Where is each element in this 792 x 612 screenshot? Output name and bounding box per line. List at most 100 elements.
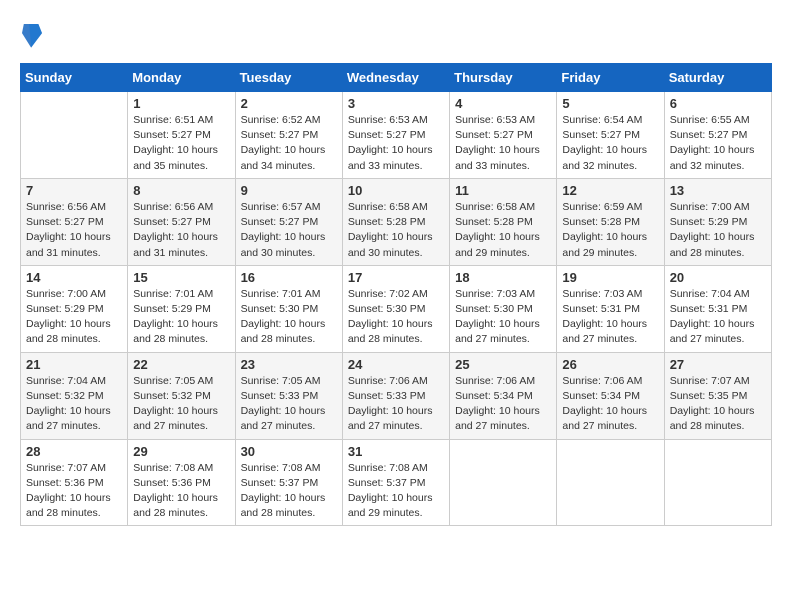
calendar-cell: 17 Sunrise: 7:02 AMSunset: 5:30 PMDayligh…	[342, 265, 449, 352]
calendar-cell: 15Sunrise: 7:01 AMSunset: 5:29 PMDayligh…	[128, 265, 235, 352]
calendar-cell	[664, 439, 771, 526]
calendar-cell: 3 Sunrise: 6:53 AMSunset: 5:27 PMDaylight…	[342, 92, 449, 179]
day-info: Sunrise: 7:02 AMSunset: 5:30 PMDaylight:…	[348, 287, 444, 348]
calendar-cell: 31 Sunrise: 7:08 AMSunset: 5:37 PMDayligh…	[342, 439, 449, 526]
day-number: 27	[670, 357, 766, 372]
calendar-cell: 6 Sunrise: 6:55 AMSunset: 5:27 PMDaylight…	[664, 92, 771, 179]
day-info: Sunrise: 7:03 AMSunset: 5:30 PMDaylight:…	[455, 287, 551, 348]
calendar-week-row: 28Sunrise: 7:07 AMSunset: 5:36 PMDayligh…	[21, 439, 772, 526]
page-header	[20, 20, 772, 53]
logo	[20, 20, 46, 53]
day-info: Sunrise: 7:05 AMSunset: 5:33 PMDaylight:…	[241, 374, 337, 435]
day-info: Sunrise: 7:05 AMSunset: 5:32 PMDaylight:…	[133, 374, 229, 435]
day-info: Sunrise: 7:06 AMSunset: 5:34 PMDaylight:…	[562, 374, 658, 435]
day-number: 11	[455, 183, 551, 198]
calendar-header-row: SundayMondayTuesdayWednesdayThursdayFrid…	[21, 64, 772, 92]
calendar-cell: 25Sunrise: 7:06 AMSunset: 5:34 PMDayligh…	[450, 352, 557, 439]
day-number: 22	[133, 357, 229, 372]
calendar-cell: 26 Sunrise: 7:06 AMSunset: 5:34 PMDayligh…	[557, 352, 664, 439]
calendar-day-header: Saturday	[664, 64, 771, 92]
day-number: 31	[348, 444, 444, 459]
day-number: 7	[26, 183, 122, 198]
calendar-week-row: 7 Sunrise: 6:56 AMSunset: 5:27 PMDaylight…	[21, 178, 772, 265]
day-info: Sunrise: 6:52 AMSunset: 5:27 PMDaylight:…	[241, 113, 337, 174]
day-number: 21	[26, 357, 122, 372]
day-number: 2	[241, 96, 337, 111]
calendar-cell: 30 Sunrise: 7:08 AMSunset: 5:37 PMDayligh…	[235, 439, 342, 526]
calendar-cell	[557, 439, 664, 526]
calendar-cell: 7 Sunrise: 6:56 AMSunset: 5:27 PMDaylight…	[21, 178, 128, 265]
day-info: Sunrise: 6:53 AMSunset: 5:27 PMDaylight:…	[348, 113, 444, 174]
day-info: Sunrise: 6:58 AMSunset: 5:28 PMDaylight:…	[455, 200, 551, 261]
calendar-day-header: Wednesday	[342, 64, 449, 92]
calendar-week-row: 14 Sunrise: 7:00 AMSunset: 5:29 PMDayligh…	[21, 265, 772, 352]
day-info: Sunrise: 6:53 AMSunset: 5:27 PMDaylight:…	[455, 113, 551, 174]
day-info: Sunrise: 7:03 AMSunset: 5:31 PMDaylight:…	[562, 287, 658, 348]
day-info: Sunrise: 6:51 AMSunset: 5:27 PMDaylight:…	[133, 113, 229, 174]
day-number: 12	[562, 183, 658, 198]
calendar-cell: 24 Sunrise: 7:06 AMSunset: 5:33 PMDayligh…	[342, 352, 449, 439]
calendar-cell	[21, 92, 128, 179]
day-info: Sunrise: 7:04 AMSunset: 5:31 PMDaylight:…	[670, 287, 766, 348]
day-info: Sunrise: 6:57 AMSunset: 5:27 PMDaylight:…	[241, 200, 337, 261]
day-info: Sunrise: 7:08 AMSunset: 5:37 PMDaylight:…	[348, 461, 444, 522]
day-info: Sunrise: 7:00 AMSunset: 5:29 PMDaylight:…	[26, 287, 122, 348]
calendar-cell: 14 Sunrise: 7:00 AMSunset: 5:29 PMDayligh…	[21, 265, 128, 352]
day-info: Sunrise: 7:07 AMSunset: 5:35 PMDaylight:…	[670, 374, 766, 435]
day-info: Sunrise: 7:07 AMSunset: 5:36 PMDaylight:…	[26, 461, 122, 522]
day-number: 9	[241, 183, 337, 198]
day-number: 18	[455, 270, 551, 285]
day-number: 15	[133, 270, 229, 285]
calendar-day-header: Thursday	[450, 64, 557, 92]
calendar-cell: 11 Sunrise: 6:58 AMSunset: 5:28 PMDayligh…	[450, 178, 557, 265]
day-number: 1	[133, 96, 229, 111]
calendar-cell: 9 Sunrise: 6:57 AMSunset: 5:27 PMDaylight…	[235, 178, 342, 265]
day-info: Sunrise: 6:55 AMSunset: 5:27 PMDaylight:…	[670, 113, 766, 174]
calendar-table: SundayMondayTuesdayWednesdayThursdayFrid…	[20, 63, 772, 526]
calendar-cell: 20Sunrise: 7:04 AMSunset: 5:31 PMDayligh…	[664, 265, 771, 352]
day-info: Sunrise: 7:01 AMSunset: 5:30 PMDaylight:…	[241, 287, 337, 348]
calendar-cell: 22 Sunrise: 7:05 AMSunset: 5:32 PMDayligh…	[128, 352, 235, 439]
calendar-day-header: Monday	[128, 64, 235, 92]
day-info: Sunrise: 6:56 AMSunset: 5:27 PMDaylight:…	[133, 200, 229, 261]
calendar-cell: 4 Sunrise: 6:53 AMSunset: 5:27 PMDaylight…	[450, 92, 557, 179]
calendar-day-header: Sunday	[21, 64, 128, 92]
day-info: Sunrise: 7:06 AMSunset: 5:33 PMDaylight:…	[348, 374, 444, 435]
day-number: 5	[562, 96, 658, 111]
day-info: Sunrise: 6:56 AMSunset: 5:27 PMDaylight:…	[26, 200, 122, 261]
calendar-day-header: Tuesday	[235, 64, 342, 92]
day-number: 29	[133, 444, 229, 459]
day-number: 24	[348, 357, 444, 372]
day-info: Sunrise: 6:58 AMSunset: 5:28 PMDaylight:…	[348, 200, 444, 261]
calendar-week-row: 21 Sunrise: 7:04 AMSunset: 5:32 PMDayligh…	[21, 352, 772, 439]
calendar-cell: 28Sunrise: 7:07 AMSunset: 5:36 PMDayligh…	[21, 439, 128, 526]
logo-icon	[22, 20, 42, 48]
calendar-cell: 10 Sunrise: 6:58 AMSunset: 5:28 PMDayligh…	[342, 178, 449, 265]
calendar-cell: 18 Sunrise: 7:03 AMSunset: 5:30 PMDayligh…	[450, 265, 557, 352]
day-number: 14	[26, 270, 122, 285]
day-number: 4	[455, 96, 551, 111]
calendar-cell: 1 Sunrise: 6:51 AMSunset: 5:27 PMDaylight…	[128, 92, 235, 179]
day-number: 30	[241, 444, 337, 459]
day-number: 19	[562, 270, 658, 285]
calendar-cell: 2 Sunrise: 6:52 AMSunset: 5:27 PMDaylight…	[235, 92, 342, 179]
day-info: Sunrise: 6:54 AMSunset: 5:27 PMDaylight:…	[562, 113, 658, 174]
day-number: 16	[241, 270, 337, 285]
day-number: 26	[562, 357, 658, 372]
day-info: Sunrise: 7:08 AMSunset: 5:37 PMDaylight:…	[241, 461, 337, 522]
day-number: 23	[241, 357, 337, 372]
calendar-cell	[450, 439, 557, 526]
calendar-cell: 8 Sunrise: 6:56 AMSunset: 5:27 PMDaylight…	[128, 178, 235, 265]
calendar-cell: 13Sunrise: 7:00 AMSunset: 5:29 PMDayligh…	[664, 178, 771, 265]
day-number: 3	[348, 96, 444, 111]
day-info: Sunrise: 7:00 AMSunset: 5:29 PMDaylight:…	[670, 200, 766, 261]
day-number: 6	[670, 96, 766, 111]
calendar-cell: 19 Sunrise: 7:03 AMSunset: 5:31 PMDayligh…	[557, 265, 664, 352]
calendar-cell: 16 Sunrise: 7:01 AMSunset: 5:30 PMDayligh…	[235, 265, 342, 352]
day-number: 17	[348, 270, 444, 285]
day-number: 10	[348, 183, 444, 198]
calendar-cell: 27 Sunrise: 7:07 AMSunset: 5:35 PMDayligh…	[664, 352, 771, 439]
day-info: Sunrise: 7:04 AMSunset: 5:32 PMDaylight:…	[26, 374, 122, 435]
day-number: 8	[133, 183, 229, 198]
calendar-cell: 23 Sunrise: 7:05 AMSunset: 5:33 PMDayligh…	[235, 352, 342, 439]
